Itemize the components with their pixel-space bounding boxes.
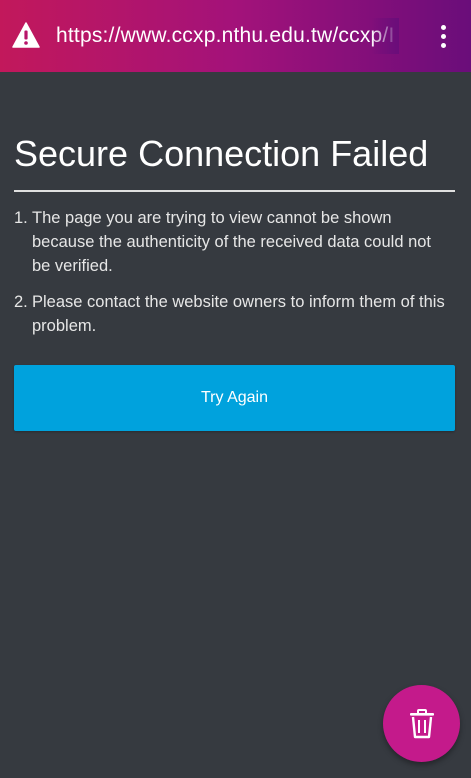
- error-page: https://www.ccxp.nthu.edu.tw/ccxp/I Secu…: [0, 0, 471, 778]
- warning-triangle-icon[interactable]: [12, 22, 40, 48]
- url-text[interactable]: https://www.ccxp.nthu.edu.tw/ccxp/I: [56, 22, 399, 50]
- list-item: 2. Please contact the website owners to …: [14, 290, 454, 338]
- overflow-menu-icon: [440, 24, 446, 30]
- overflow-menu-icon-dot: [440, 33, 446, 39]
- list-item-number: 2.: [14, 293, 28, 311]
- try-again-button[interactable]: Try Again: [14, 365, 455, 431]
- delete-fab-button[interactable]: [383, 685, 460, 762]
- trash-icon: [409, 708, 434, 738]
- list-item-text: The page you are trying to view cannot b…: [32, 209, 432, 275]
- page-title: Secure Connection Failed: [14, 133, 429, 174]
- overflow-menu-button[interactable]: [426, 18, 460, 54]
- overflow-menu-icon-dot: [440, 42, 446, 48]
- list-item: 1. The page you are trying to view canno…: [14, 206, 454, 278]
- title-divider: [14, 190, 455, 192]
- url-bar: https://www.ccxp.nthu.edu.tw/ccxp/I: [0, 0, 471, 72]
- reason-list: 1. The page you are trying to view canno…: [14, 206, 454, 350]
- list-item-number: 1.: [14, 209, 28, 227]
- list-item-text: Please contact the website owners to inf…: [32, 293, 445, 335]
